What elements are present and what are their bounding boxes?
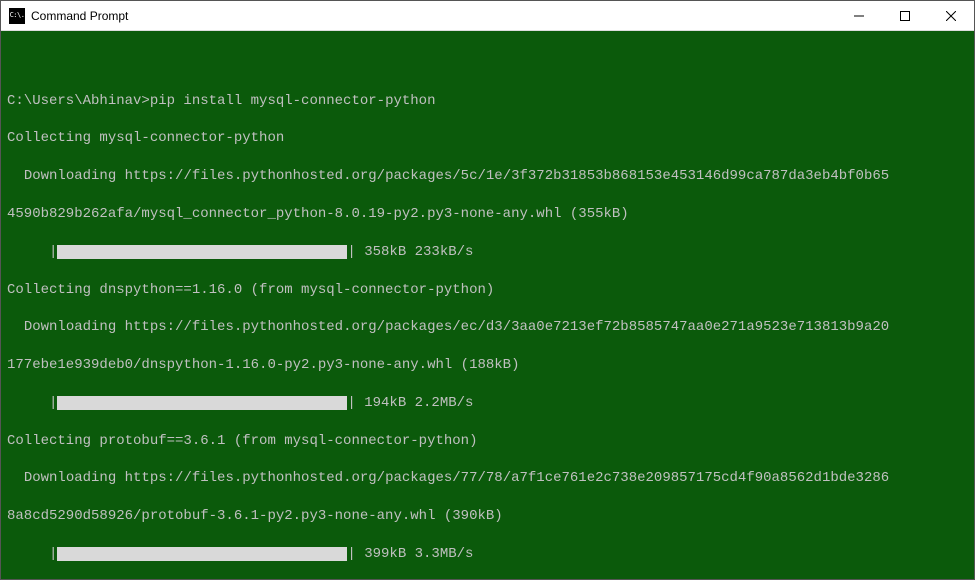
window-title: Command Prompt: [31, 9, 836, 23]
progress-bar: [57, 245, 347, 259]
output-line: Downloading https://files.pythonhosted.o…: [7, 318, 968, 337]
prompt-line: C:\Users\Abhinav>pip install mysql-conne…: [7, 92, 968, 111]
titlebar[interactable]: C:\. Command Prompt: [1, 1, 974, 31]
progress-bar: [57, 547, 347, 561]
output-line: Collecting dnspython==1.16.0 (from mysql…: [7, 281, 968, 300]
prompt-path: C:\Users\Abhinav>: [7, 93, 150, 109]
cmd-icon: C:\.: [9, 8, 25, 24]
output-line: Downloading https://files.pythonhosted.o…: [7, 167, 968, 186]
close-button[interactable]: [928, 1, 974, 31]
progress-line: | | 358kB 233kB/s: [7, 243, 968, 262]
output-line: Collecting mysql-connector-python: [7, 129, 968, 148]
minimize-button[interactable]: [836, 1, 882, 31]
output-line: 8a8cd5290d58926/protobuf-3.6.1-py2.py3-n…: [7, 507, 968, 526]
progress-suffix: | 399kB 3.3MB/s: [347, 545, 473, 564]
terminal-body[interactable]: C:\Users\Abhinav>pip install mysql-conne…: [1, 31, 974, 579]
progress-prefix: |: [7, 394, 57, 413]
progress-suffix: | 194kB 2.2MB/s: [347, 394, 473, 413]
progress-prefix: |: [7, 545, 57, 564]
command-prompt-window: C:\. Command Prompt C:\Users\Abhinav>pip…: [0, 0, 975, 580]
command-text: pip install mysql-connector-python: [150, 93, 436, 109]
progress-line: | | 194kB 2.2MB/s: [7, 394, 968, 413]
output-line: Collecting protobuf==3.6.1 (from mysql-c…: [7, 432, 968, 451]
output-line: 177ebe1e939deb0/dnspython-1.16.0-py2.py3…: [7, 356, 968, 375]
output-line: Downloading https://files.pythonhosted.o…: [7, 469, 968, 488]
progress-suffix: | 358kB 233kB/s: [347, 243, 473, 262]
progress-line: | | 399kB 3.3MB/s: [7, 545, 968, 564]
cmd-icon-text: C:\.: [10, 12, 25, 19]
window-controls: [836, 1, 974, 31]
blank-line: [7, 54, 968, 73]
output-line: 4590b829b262afa/mysql_connector_python-8…: [7, 205, 968, 224]
maximize-button[interactable]: [882, 1, 928, 31]
progress-prefix: |: [7, 243, 57, 262]
progress-bar: [57, 396, 347, 410]
